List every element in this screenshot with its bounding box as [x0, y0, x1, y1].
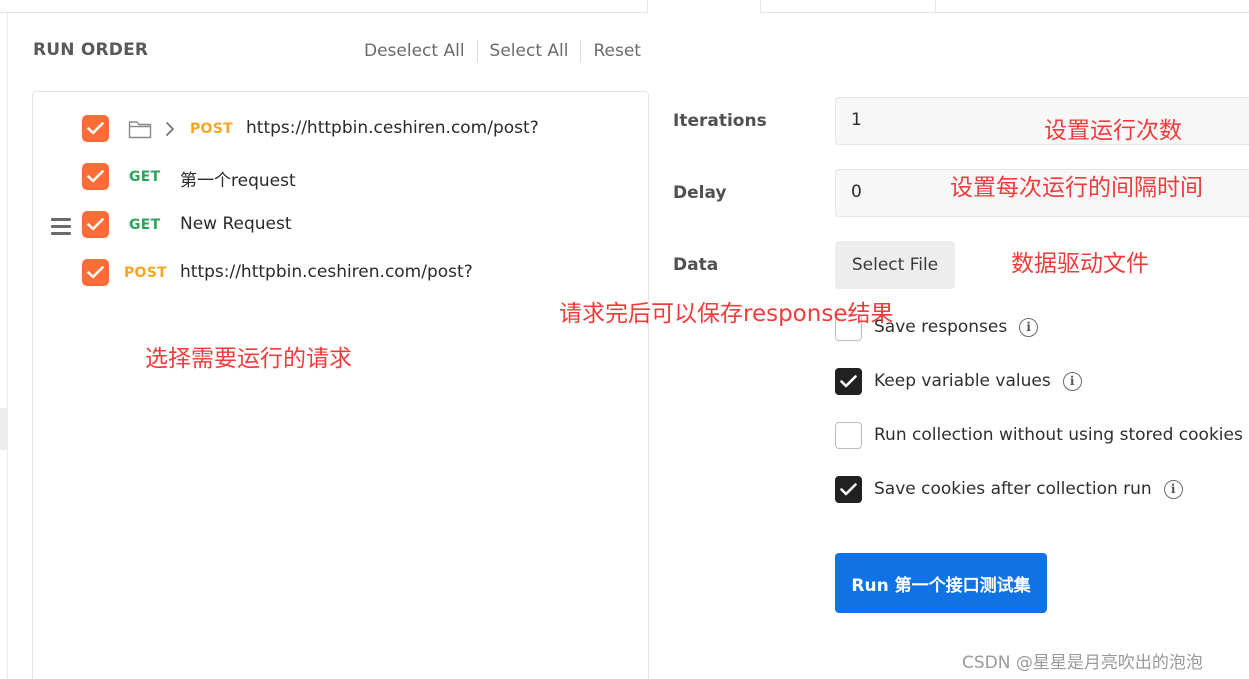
method-badge: POST	[190, 121, 233, 137]
info-icon[interactable]: i	[1019, 317, 1039, 337]
request-name: https://httpbin.ceshiren.com/post?	[246, 118, 539, 138]
info-icon[interactable]: i	[1163, 479, 1183, 499]
option-label: Run collection without using stored cook…	[874, 425, 1243, 445]
run-order-title: RUN ORDER	[33, 40, 149, 60]
tab[interactable]	[760, 0, 935, 13]
request-name: 第一个request	[180, 171, 296, 191]
option-label: Save responses	[874, 317, 1008, 337]
chevron-right-icon[interactable]	[164, 121, 176, 137]
request-row[interactable]: GET New Request	[33, 206, 648, 246]
info-icon[interactable]: i	[1062, 371, 1082, 391]
data-label: Data	[673, 255, 719, 275]
run-collection-button[interactable]: Run 第一个接口测试集	[835, 553, 1047, 613]
left-rail-marker	[0, 408, 8, 450]
option-run-without-cookies[interactable]: Run collection without using stored cook…	[835, 421, 1243, 449]
check-icon	[840, 482, 857, 495]
check-icon	[840, 374, 857, 387]
iterations-label: Iterations	[673, 111, 767, 131]
request-row[interactable]: GET 第一个request	[33, 158, 648, 198]
select-file-button[interactable]: Select File	[835, 241, 955, 289]
drag-handle-icon[interactable]	[51, 218, 71, 236]
option-keep-variable-values[interactable]: Keep variable values i	[835, 367, 1082, 395]
request-list: POST https://httpbin.ceshiren.com/post? …	[32, 91, 649, 679]
divider	[476, 40, 478, 62]
annotation-delay: 设置每次运行的间隔时间	[950, 175, 1203, 201]
run-order-actions: Deselect All Select All Reset	[364, 40, 641, 62]
top-tab-strip	[0, 0, 1249, 13]
request-row[interactable]: POST https://httpbin.ceshiren.com/post?	[33, 110, 648, 150]
deselect-all-button[interactable]: Deselect All	[364, 41, 465, 61]
method-badge: GET	[129, 169, 161, 185]
iterations-input[interactable]: 1	[835, 97, 1249, 145]
left-rail	[0, 13, 8, 679]
annotation-select-requests: 选择需要运行的请求	[145, 346, 352, 372]
option-label: Save cookies after collection run	[874, 479, 1152, 499]
check-icon	[87, 266, 104, 279]
select-all-button[interactable]: Select All	[490, 41, 569, 61]
folder-icon	[128, 121, 152, 139]
check-icon	[87, 218, 104, 231]
check-icon	[87, 170, 104, 183]
tab-strip-segment	[0, 0, 647, 13]
reset-button[interactable]: Reset	[593, 41, 641, 61]
run-without-cookies-checkbox[interactable]	[835, 421, 862, 449]
annotation-iterations: 设置运行次数	[1044, 118, 1182, 144]
delay-label: Delay	[673, 183, 727, 203]
keep-variable-values-checkbox[interactable]	[835, 367, 862, 395]
method-badge: POST	[124, 265, 167, 281]
tab[interactable]	[935, 0, 1249, 13]
option-save-cookies[interactable]: Save cookies after collection run i	[835, 475, 1183, 503]
request-checkbox[interactable]	[82, 163, 109, 190]
option-label: Keep variable values	[874, 371, 1051, 391]
divider	[580, 40, 582, 62]
annotation-save-responses: 请求完后可以保存response结果	[559, 301, 894, 327]
request-name: https://httpbin.ceshiren.com/post?	[180, 262, 473, 282]
annotation-data: 数据驱动文件	[1011, 251, 1149, 277]
request-name: New Request	[180, 214, 292, 234]
request-checkbox[interactable]	[82, 211, 109, 238]
watermark: CSDN @星星是月亮吹出的泡泡	[962, 653, 1203, 673]
check-icon	[87, 122, 104, 135]
request-checkbox[interactable]	[82, 259, 109, 286]
save-cookies-checkbox[interactable]	[835, 475, 862, 503]
request-row[interactable]: POST https://httpbin.ceshiren.com/post?	[33, 254, 648, 294]
method-badge: GET	[129, 217, 161, 233]
tab-active[interactable]	[647, 0, 760, 13]
request-checkbox[interactable]	[82, 115, 109, 142]
